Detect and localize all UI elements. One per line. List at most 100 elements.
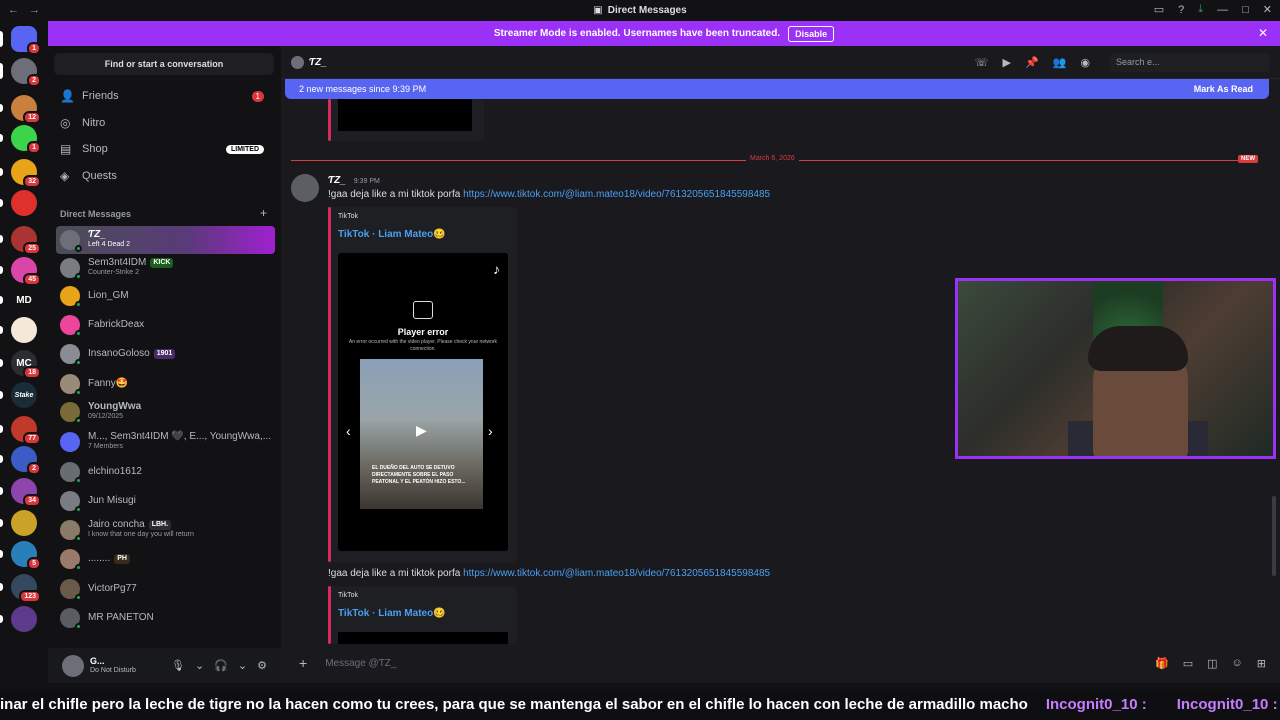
server-icon[interactable]: 25	[0, 226, 41, 255]
server-icon[interactable]: 2	[0, 446, 41, 475]
embed-provider: TikTok	[338, 592, 358, 599]
embed-video-player[interactable]: ♪ Player error An error occurred with th…	[338, 253, 508, 551]
gift-icon[interactable]: 🎁	[1155, 657, 1169, 670]
server-icon[interactable]	[0, 510, 37, 536]
message-input[interactable]: Message @ƬZ_	[325, 658, 396, 669]
close-banner-icon[interactable]: ✕	[1258, 26, 1268, 40]
date-divider: March 6, 2026 NEW	[291, 155, 1258, 163]
server-mention-badge: 1	[27, 42, 41, 55]
next-arrow-icon[interactable]: ›	[488, 423, 493, 439]
dm-item[interactable]: YoungWwa 09/12/2025	[56, 398, 275, 426]
server-icon[interactable]: 12	[0, 95, 41, 124]
search-input[interactable]: Search e...	[1110, 53, 1270, 72]
headphones-icon[interactable]: 🎧	[214, 659, 228, 672]
unread-pill	[0, 168, 3, 176]
server-icon[interactable]: MC 18	[0, 350, 41, 379]
pinned-messages-icon[interactable]: 📌	[1025, 56, 1039, 69]
dm-item[interactable]: ........ PH	[56, 545, 275, 573]
server-icon[interactable]: Stake	[0, 382, 37, 408]
video-thumbnail[interactable]: ▶ EL DUEÑO DEL AUTO SE DETUVO DIRECTAMEN…	[360, 359, 483, 509]
server-icon[interactable]: 123	[0, 574, 41, 603]
sticker-icon[interactable]: ◫	[1207, 657, 1217, 670]
server-icon[interactable]	[0, 606, 37, 632]
play-icon[interactable]: ▶	[416, 422, 427, 439]
server-icon[interactable]: 1	[0, 125, 41, 154]
user-profile-icon[interactable]: ◉	[1080, 56, 1090, 69]
server-icon[interactable]: 77	[0, 416, 41, 445]
new-messages-bar[interactable]: 2 new messages since 9:39 PM Mark As Rea…	[285, 79, 1269, 99]
headphones-chevron-icon[interactable]: ⌄	[238, 659, 247, 672]
dm-item[interactable]: VictorPg77	[56, 575, 275, 603]
tiktok-link[interactable]: https://www.tiktok.com/@liam.mateo18/vid…	[463, 568, 770, 579]
unread-pill	[0, 63, 3, 79]
apps-icon[interactable]: ⊞	[1257, 657, 1266, 670]
unread-pill	[0, 326, 3, 334]
dm-item[interactable]: ƬZ_ Left 4 Dead 2	[56, 226, 275, 254]
emoji-icon[interactable]: ☺	[1232, 657, 1243, 670]
chat-scrollbar[interactable]	[1272, 496, 1276, 576]
server-icon[interactable]: 34	[0, 478, 41, 507]
unread-pill	[0, 550, 3, 558]
mic-chevron-icon[interactable]: ⌄	[195, 659, 204, 672]
create-dm-plus-icon[interactable]: +	[260, 206, 267, 220]
embed-title[interactable]: TikTok · Liam Mateo🥴	[338, 608, 446, 619]
server-icon[interactable]: 5	[0, 541, 41, 570]
server-icon[interactable]: MD	[0, 287, 37, 313]
close-window-icon[interactable]: ✕	[1263, 3, 1272, 16]
dm-item[interactable]: M..., Sem3nt4IDM 🖤, E..., YoungWwa,... 7 …	[56, 428, 275, 456]
friends-count-badge: 1	[251, 90, 264, 102]
inbox-icon[interactable]: ▭	[1154, 3, 1164, 16]
find-conversation-button[interactable]: Find or start a conversation	[54, 53, 274, 75]
server-mention-badge: 77	[23, 432, 41, 445]
server-icon[interactable]: 32	[0, 159, 41, 188]
server-icon[interactable]	[0, 317, 37, 343]
dm-item[interactable]: InsanoGoloso 1901	[56, 340, 275, 368]
embed-video-player[interactable]	[338, 632, 508, 644]
disable-streamer-button[interactable]: Disable	[788, 25, 835, 42]
dm-tag-badge: 1901	[153, 349, 176, 359]
attach-plus-icon[interactable]: +	[299, 655, 307, 671]
maximize-icon[interactable]: □	[1242, 4, 1249, 16]
embed-title[interactable]: TikTok · Liam Mateo🥴	[338, 229, 446, 240]
dm-item[interactable]: FabrickDeax	[56, 311, 275, 339]
author-name[interactable]: ƬZ_	[328, 175, 346, 186]
add-friends-to-dm-icon[interactable]: 👥	[1053, 56, 1067, 69]
mark-as-read-button[interactable]: Mark As Read	[1194, 84, 1253, 94]
video-call-icon[interactable]: ▶	[1003, 56, 1011, 69]
microphone-icon[interactable]: 🎙	[171, 659, 185, 672]
dm-item[interactable]: MR PANETON	[56, 604, 275, 632]
webcam-overlay	[955, 278, 1276, 459]
minimize-icon[interactable]: —	[1217, 4, 1228, 16]
dm-item[interactable]: Jairo concha LBH. I know that one day you …	[56, 516, 275, 544]
nav-nitro-label: Nitro	[82, 117, 106, 129]
tiktok-link[interactable]: https://www.tiktok.com/@liam.mateo18/vid…	[463, 189, 770, 200]
server-icon[interactable]: 2	[0, 58, 41, 87]
help-icon[interactable]: ?	[1178, 4, 1184, 16]
message-body: !gaa deja like a mi tiktok porfa	[328, 568, 464, 579]
nav-shop[interactable]: ▤ Shop LIMITED	[56, 137, 274, 161]
nav-friends[interactable]: 👤 Friends 1	[56, 84, 274, 108]
nav-nitro[interactable]: ◎ Nitro	[56, 111, 274, 135]
gif-icon[interactable]: ▭	[1183, 657, 1193, 670]
previous-arrow-icon[interactable]: ‹	[346, 423, 351, 439]
settings-gear-icon[interactable]: ⚙	[257, 659, 267, 672]
previous-embed-video[interactable]	[338, 99, 472, 131]
back-arrow-icon[interactable]: ←	[8, 4, 19, 16]
unread-pill	[0, 391, 3, 399]
user-avatar[interactable]	[62, 654, 84, 677]
forward-arrow-icon[interactable]: →	[29, 4, 40, 16]
dm-item[interactable]: Lion_GM	[56, 282, 275, 310]
server-icon[interactable]	[0, 190, 37, 216]
nav-quests[interactable]: ◈ Quests	[56, 164, 274, 188]
message-avatar[interactable]	[291, 174, 319, 202]
download-icon[interactable]: ⤓	[1198, 3, 1203, 16]
voice-call-icon[interactable]: ☏	[975, 56, 989, 69]
dm-item[interactable]: elchino1612	[56, 458, 275, 486]
dm-item[interactable]: Fanny🤩	[56, 370, 275, 398]
server-icon[interactable]: 1	[0, 26, 41, 55]
server-icon[interactable]: 45	[0, 257, 41, 286]
dm-subtext: I know that one day you will return	[88, 531, 194, 538]
recipient-avatar	[291, 56, 304, 69]
dm-item[interactable]: Sem3nt4IDM KICK Counter-Strike 2	[56, 254, 275, 282]
dm-item[interactable]: Jun Misugi	[56, 487, 275, 515]
